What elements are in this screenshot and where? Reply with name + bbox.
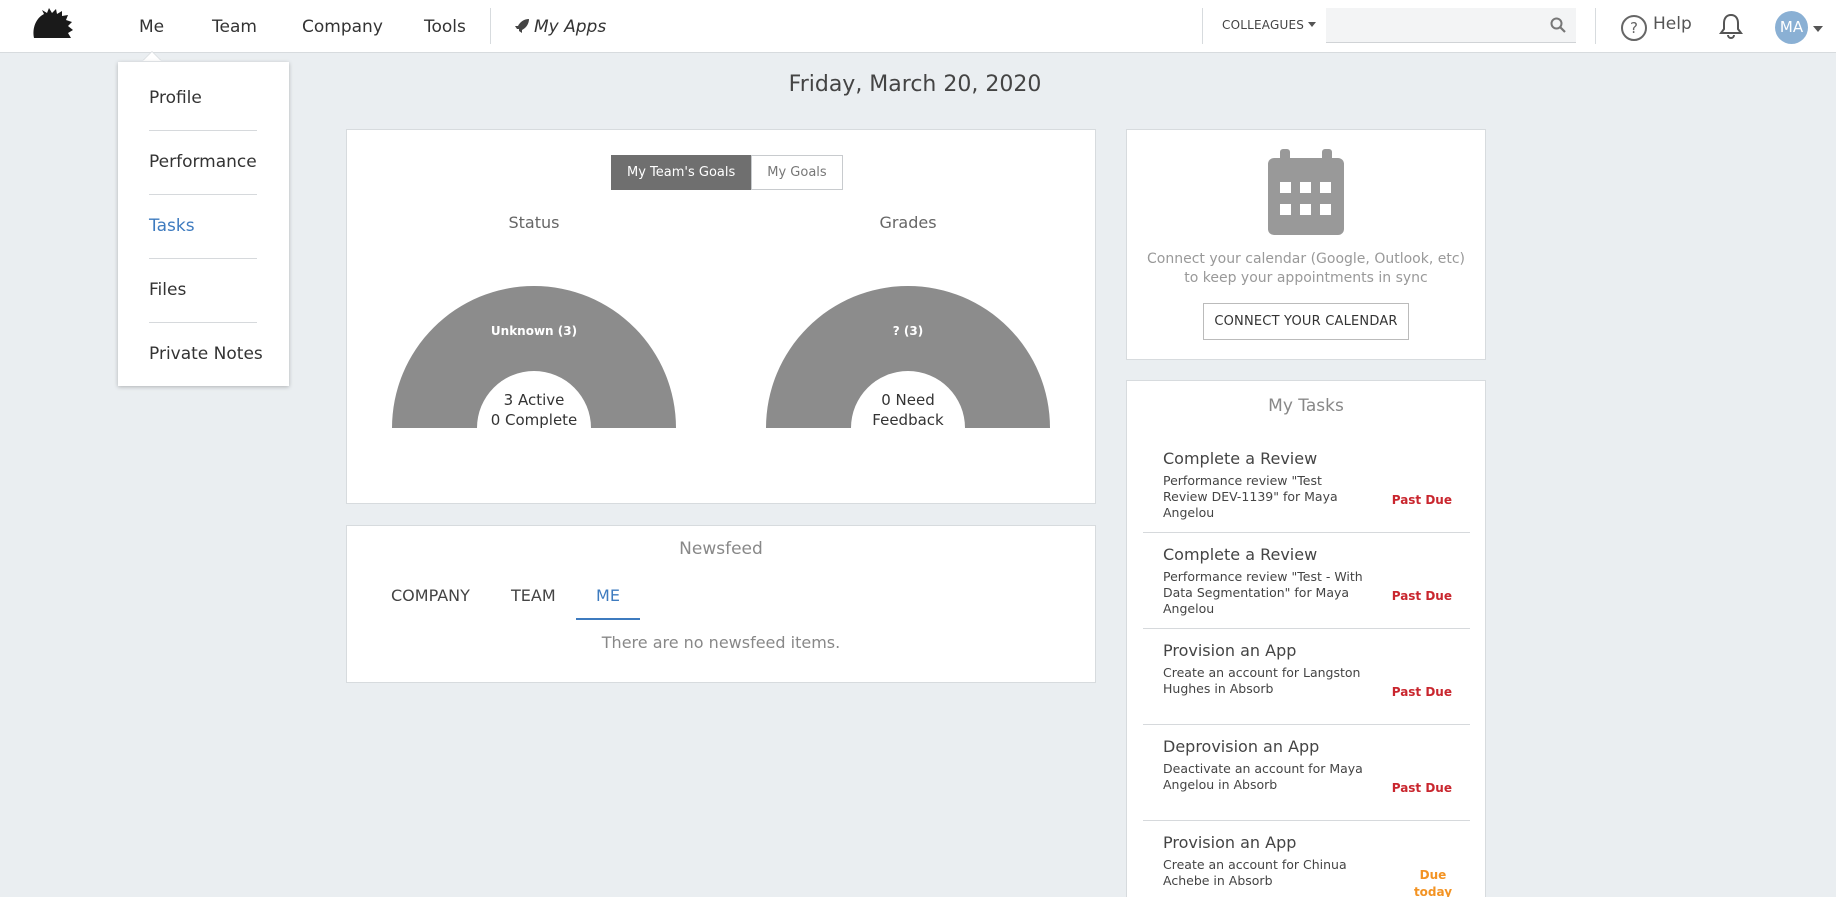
task-description: Deactivate an account for Maya Angelou i… — [1163, 761, 1363, 792]
grades-chart-title: Grades — [879, 213, 937, 232]
caret-down-icon[interactable] — [1813, 26, 1823, 32]
question-icon: ? — [1621, 15, 1647, 41]
page-date: Friday, March 20, 2020 — [788, 72, 1042, 97]
calendar-text-line2: to keep your appointments in sync — [1184, 270, 1428, 286]
task-title: Provision an App — [1163, 641, 1297, 660]
me-dropdown-menu: Profile Performance Tasks Files Private … — [118, 62, 289, 386]
newsfeed-empty-message: There are no newsfeed items. — [601, 633, 841, 652]
grades-gauge-center: 0 Need Feedback — [766, 390, 1050, 430]
search-box — [1326, 8, 1576, 43]
help-link[interactable]: ? Help — [1621, 14, 1692, 41]
search-input[interactable] — [1326, 8, 1536, 43]
tasks-panel: My Tasks Complete a Review Performance r… — [1126, 380, 1486, 897]
menu-item-profile[interactable]: Profile — [149, 88, 257, 131]
nav-divider — [1202, 8, 1203, 44]
caret-down-icon — [1308, 22, 1317, 27]
task-description: Create an account for Chinua Achebe in A… — [1163, 857, 1347, 888]
task-status-badge: Past Due — [1391, 589, 1452, 603]
task-item[interactable]: Complete a Review Performance review "Te… — [1143, 533, 1470, 629]
help-label: Help — [1653, 14, 1692, 34]
nav-divider — [490, 8, 491, 44]
menu-item-tasks[interactable]: Tasks — [149, 216, 257, 259]
nav-my-apps[interactable]: My Apps — [514, 17, 606, 37]
colleagues-label: COLLEAGUES — [1222, 18, 1305, 32]
menu-item-performance[interactable]: Performance — [149, 152, 257, 195]
task-title: Deprovision an App — [1163, 737, 1320, 756]
task-item[interactable]: Deprovision an App Deactivate an account… — [1143, 725, 1470, 821]
nav-team[interactable]: Team — [212, 17, 257, 37]
status-chart-title: Status — [508, 213, 560, 232]
status-active-count: 3 Active — [503, 391, 565, 409]
calendar-description: Connect your calendar (Google, Outlook, … — [1127, 250, 1485, 288]
menu-item-private-notes[interactable]: Private Notes — [149, 344, 263, 386]
nav-tools[interactable]: Tools — [424, 17, 466, 37]
avatar[interactable]: MA — [1775, 11, 1808, 44]
tasks-title: My Tasks — [1268, 396, 1344, 416]
calendar-icon — [1268, 149, 1344, 235]
task-description: Create an account for Langston Hughes in… — [1163, 665, 1361, 696]
goals-panel: My Team's Goals My Goals Status Unknown … — [346, 129, 1096, 504]
task-status-badge: Past Due — [1391, 781, 1452, 795]
task-status-badge: Past Due — [1391, 685, 1452, 699]
goals-toggle: My Team's Goals My Goals — [611, 155, 843, 190]
my-goals-button[interactable]: My Goals — [751, 155, 843, 190]
nav-company[interactable]: Company — [302, 17, 383, 37]
task-item[interactable]: Provision an App Create an account for C… — [1143, 821, 1470, 897]
my-apps-label: My Apps — [534, 17, 607, 37]
rocket-icon — [515, 19, 529, 33]
task-title: Provision an App — [1163, 833, 1297, 852]
connect-calendar-button[interactable]: CONNECT YOUR CALENDAR — [1203, 303, 1409, 340]
task-item[interactable]: Complete a Review Performance review "Te… — [1143, 437, 1470, 533]
task-title: Complete a Review — [1163, 449, 1318, 468]
top-navbar: Me Team Company Tools My Apps COLLEAGUES… — [0, 0, 1836, 53]
status-segment-label: Unknown (3) — [491, 324, 577, 338]
task-description: Performance review "Test Review DEV-1139… — [1163, 473, 1338, 520]
bell-icon[interactable] — [1718, 13, 1744, 39]
my-teams-goals-button[interactable]: My Team's Goals — [611, 155, 752, 190]
nav-divider — [1595, 8, 1596, 44]
task-title: Complete a Review — [1163, 545, 1318, 564]
tab-me[interactable]: ME — [576, 586, 640, 620]
status-gauge-center: 3 Active 0 Complete — [392, 390, 676, 430]
tab-company[interactable]: COMPANY — [391, 586, 470, 620]
newsfeed-title: Newsfeed — [679, 539, 763, 559]
search-icon[interactable] — [1550, 17, 1566, 33]
grades-need-line: 0 Need — [881, 391, 935, 409]
task-status-badge: Due today — [1413, 868, 1453, 897]
menu-item-files[interactable]: Files — [149, 280, 257, 323]
grades-feedback-line: Feedback — [872, 411, 944, 429]
colleagues-dropdown[interactable]: COLLEAGUES — [1222, 18, 1317, 32]
newsfeed-panel: Newsfeed COMPANY TEAM ME There are no ne… — [346, 525, 1096, 683]
task-status-badge: Past Due — [1391, 493, 1452, 507]
calendar-text-line1: Connect your calendar (Google, Outlook, … — [1147, 251, 1465, 267]
task-item[interactable]: Provision an App Create an account for L… — [1143, 629, 1470, 725]
nav-me[interactable]: Me — [139, 17, 164, 37]
grades-segment-label: ? (3) — [893, 324, 923, 338]
status-complete-count: 0 Complete — [490, 411, 578, 429]
hedgehog-logo-icon[interactable] — [30, 8, 74, 44]
tab-team[interactable]: TEAM — [511, 586, 556, 620]
calendar-panel: Connect your calendar (Google, Outlook, … — [1126, 129, 1486, 360]
task-description: Performance review "Test - With Data Seg… — [1163, 569, 1363, 616]
